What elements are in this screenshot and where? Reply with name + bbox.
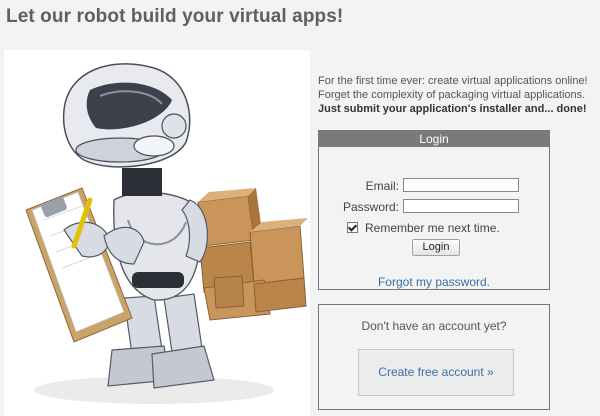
remember-me-checkbox[interactable] bbox=[347, 222, 358, 233]
email-field[interactable] bbox=[403, 178, 519, 192]
password-label: Password: bbox=[342, 200, 399, 214]
signup-panel: Don't have an account yet? Create free a… bbox=[318, 304, 550, 410]
page-headline: Let our robot build your virtual apps! bbox=[6, 6, 344, 27]
intro-line: Forget the complexity of packaging virtu… bbox=[318, 89, 586, 101]
intro-line-emphasis: Just submit your application's installer… bbox=[318, 103, 587, 115]
password-field[interactable] bbox=[403, 199, 519, 213]
login-button[interactable]: Login bbox=[412, 239, 460, 256]
robot-illustration bbox=[4, 50, 310, 416]
login-panel-title: Login bbox=[319, 131, 549, 147]
login-panel: Login Email: Password: Remember me next … bbox=[318, 130, 550, 290]
create-account-button[interactable]: Create free account » bbox=[358, 349, 514, 396]
no-account-prompt: Don't have an account yet? bbox=[361, 319, 507, 333]
remember-me-label: Remember me next time. bbox=[365, 221, 500, 235]
email-label: Email: bbox=[365, 179, 399, 193]
forgot-password-link[interactable]: Forgot my password. bbox=[319, 275, 549, 289]
box-stack-icon bbox=[197, 188, 308, 321]
remember-me-row[interactable]: Remember me next time. bbox=[347, 221, 500, 235]
intro-text: For the first time ever: create virtual … bbox=[318, 74, 600, 116]
intro-line: For the first time ever: create virtual … bbox=[318, 75, 588, 87]
